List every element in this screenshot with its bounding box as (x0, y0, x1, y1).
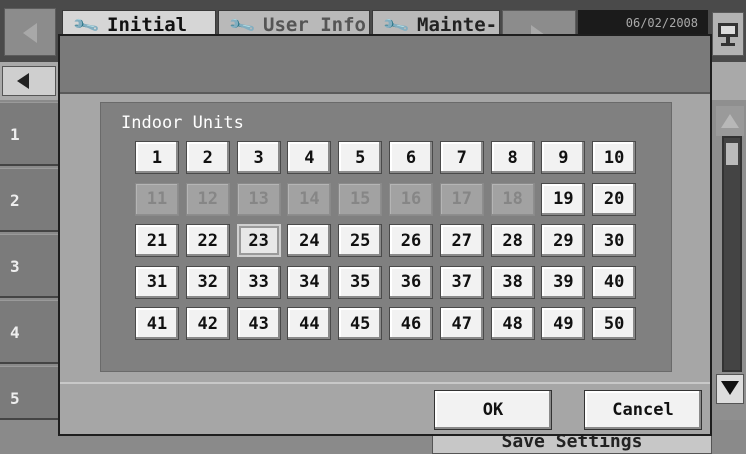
unit-button: 16 (388, 182, 433, 216)
monitor-button[interactable] (712, 12, 744, 56)
tab-label: User Info (263, 14, 366, 36)
cancel-button[interactable]: Cancel (584, 390, 702, 430)
ok-label: OK (482, 400, 504, 420)
unit-button[interactable]: 33 (236, 265, 281, 299)
unit-button[interactable]: 47 (439, 307, 484, 340)
unit-button[interactable]: 38 (490, 265, 535, 299)
unit-button[interactable]: 36 (388, 265, 433, 299)
dialog-header (60, 36, 710, 94)
tab-label: Initial (107, 14, 188, 36)
unit-button[interactable]: 43 (236, 307, 281, 340)
unit-button[interactable]: 29 (541, 224, 586, 257)
unit-button[interactable]: 26 (388, 224, 433, 257)
row-number[interactable]: 3 (0, 234, 60, 298)
unit-button: 18 (490, 182, 535, 216)
row-number-label: 3 (10, 257, 20, 276)
unit-button: 14 (287, 182, 332, 216)
unit-grid: 1 2 3 4 5 6 7 8 9 10 11 12 13 14 15 16 17 18 19 20 21 22 23 24 2… (135, 141, 637, 340)
unit-button[interactable]: 40 (592, 265, 637, 299)
arrow-left-icon (17, 73, 29, 89)
monitor-base (721, 43, 735, 46)
unit-button[interactable]: 3 (236, 141, 281, 174)
row-number[interactable]: 1 (0, 102, 60, 166)
panel-title: Indoor Units (121, 113, 244, 133)
indoor-units-dialog: Indoor Units 1 2 3 4 5 6 7 8 9 10 11 12 13 14 15 16 17 18… (58, 34, 712, 436)
unit-button[interactable]: 46 (388, 307, 433, 340)
cancel-label: Cancel (612, 400, 674, 420)
unit-button[interactable]: 5 (338, 141, 383, 174)
row-number-label: 1 (10, 125, 20, 144)
tab-scroll-left-button[interactable] (4, 8, 56, 56)
unit-button[interactable]: 49 (541, 307, 586, 340)
unit-button[interactable]: 50 (592, 307, 637, 340)
unit-button[interactable]: 27 (439, 224, 484, 257)
unit-button[interactable]: 20 (592, 182, 637, 216)
arrow-down-icon (721, 381, 739, 395)
unit-button[interactable]: 1 (135, 141, 179, 174)
unit-button[interactable]: 4 (287, 141, 332, 174)
unit-button[interactable]: 39 (541, 265, 586, 299)
unit-button[interactable]: 7 (439, 141, 484, 174)
unit-button[interactable]: 22 (185, 224, 230, 257)
arrow-left-icon (23, 23, 37, 43)
unit-button[interactable]: 32 (185, 265, 230, 299)
unit-button[interactable]: 44 (287, 307, 332, 340)
unit-button[interactable]: 41 (135, 307, 179, 340)
unit-button[interactable]: 45 (338, 307, 383, 340)
unit-button[interactable]: 24 (287, 224, 332, 257)
row-number[interactable]: 5 (0, 366, 60, 420)
unit-button[interactable]: 23 (236, 224, 281, 257)
unit-button[interactable]: 28 (490, 224, 535, 257)
row-number-label: 2 (10, 191, 20, 210)
unit-button: 12 (185, 182, 230, 216)
row-number-label: 4 (10, 323, 20, 342)
unit-button[interactable]: 8 (490, 141, 535, 174)
unit-button: 15 (338, 182, 383, 216)
unit-button[interactable]: 10 (592, 141, 637, 174)
date-text: 06/02/2008 (625, 16, 698, 30)
unit-button[interactable]: 34 (287, 265, 332, 299)
unit-button[interactable]: 25 (338, 224, 383, 257)
unit-button: 13 (236, 182, 281, 216)
unit-button[interactable]: 37 (439, 265, 484, 299)
unit-button[interactable]: 2 (185, 141, 230, 174)
scrollbar-track[interactable] (722, 136, 742, 372)
monitor-icon (718, 23, 738, 37)
row-number[interactable]: 4 (0, 300, 60, 364)
arrow-up-icon (721, 114, 739, 128)
unit-button[interactable]: 9 (541, 141, 586, 174)
dialog-footer: OK Cancel (60, 382, 710, 434)
unit-button[interactable]: 35 (338, 265, 383, 299)
unit-button[interactable]: 48 (490, 307, 535, 340)
row-number-label: 5 (10, 389, 20, 408)
row-number[interactable]: 2 (0, 168, 60, 232)
unit-button[interactable]: 6 (388, 141, 433, 174)
unit-button[interactable]: 31 (135, 265, 179, 299)
unit-button: 17 (439, 182, 484, 216)
ok-button[interactable]: OK (434, 390, 552, 430)
tab-label: Mainte- (417, 14, 498, 36)
unit-button[interactable]: 19 (541, 182, 586, 216)
unit-button[interactable]: 30 (592, 224, 637, 257)
back-button[interactable] (2, 66, 56, 96)
unit-button[interactable]: 42 (185, 307, 230, 340)
unit-button[interactable]: 21 (135, 224, 179, 257)
scrollbar-thumb[interactable] (726, 143, 738, 165)
unit-button: 11 (135, 182, 179, 216)
indoor-units-panel: Indoor Units 1 2 3 4 5 6 7 8 9 10 11 12 13 14 15 16 17 18… (100, 102, 672, 372)
scroll-up-button[interactable] (716, 106, 744, 136)
scroll-down-button[interactable] (716, 374, 744, 404)
